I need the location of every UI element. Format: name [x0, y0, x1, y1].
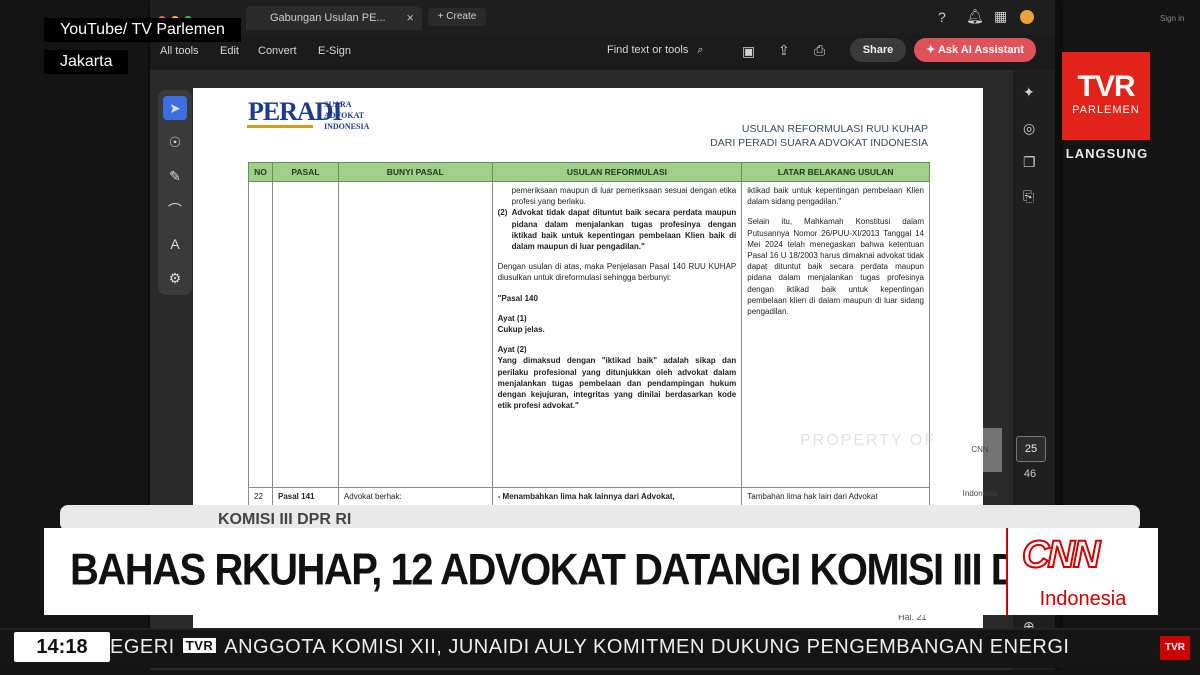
row-reformulasi: - Menambahkan lima hak lainnya dari Advo…: [491, 486, 743, 507]
avatar[interactable]: [1020, 10, 1034, 24]
document-title: USULAN REFORMULASI RUU KUHAP DARI PERADI…: [710, 123, 928, 149]
headline-bar: BAHAS RKUHAP, 12 ADVOKAT DATANGI KOMISI …: [44, 528, 1119, 615]
ticker-text: EGERI TVR ANGGOTA KOMISI XII, JUNAIDI AULY…: [110, 636, 1070, 658]
cursor-icon[interactable]: ➤: [163, 96, 187, 120]
cnn-indonesia-logo: CNN Indonesia: [1006, 528, 1158, 615]
source-tag: YouTube/ TV Parlemen: [44, 18, 241, 42]
ticker-channel-logo: TVR: [1160, 636, 1190, 660]
row-pasal: Pasal 141: [271, 486, 339, 507]
subheadline: KOMISI III DPR RI: [218, 511, 352, 528]
logo-underline: [247, 125, 313, 128]
row-number: 22: [248, 486, 273, 507]
tab-title: Gabungan Usulan PE...: [270, 12, 386, 24]
watermark-text: PROPERTY OF: [800, 432, 937, 449]
save-icon[interactable]: ▣: [742, 43, 755, 60]
table-header-row: NO PASAL BUNYI PASAL USULAN REFORMULASI …: [248, 162, 930, 182]
watermark-logo: CNN Indonesia: [958, 428, 1002, 498]
browser-tab[interactable]: Gabungan Usulan PE... ×: [246, 6, 422, 30]
row-latar: Tambahan lima hak lain dari Advokat: [741, 486, 930, 507]
total-pages: 46: [1023, 468, 1037, 480]
col-header-latar: LATAR BELAKANG USULAN: [741, 162, 930, 182]
share-button[interactable]: Share: [850, 38, 906, 62]
reformulation-table: NO PASAL BUNYI PASAL USULAN REFORMULASI …: [248, 162, 930, 507]
find-tools-search[interactable]: Find text or tools ⌕: [607, 44, 704, 57]
menu-convert[interactable]: Convert: [258, 45, 297, 57]
search-icon: ⌕: [697, 44, 704, 56]
table-row: 22 Pasal 141 Advokat berhak: - Menambahk…: [248, 486, 930, 507]
ai-sparkle-icon[interactable]: ✦: [1023, 84, 1035, 101]
close-icon[interactable]: ×: [406, 6, 414, 30]
clock: 14:18: [14, 632, 110, 662]
live-label: LANGSUNG: [1065, 146, 1149, 161]
find-label: Find text or tools: [607, 44, 689, 56]
col-header-bunyi: BUNYI PASAL: [337, 162, 493, 182]
ticker-logo: TVR: [182, 638, 217, 653]
comment-icon[interactable]: ◎: [1023, 120, 1035, 137]
pen-icon[interactable]: ✎: [163, 164, 187, 188]
bell-icon[interactable]: 🔔︎: [966, 8, 984, 25]
pages-icon[interactable]: ⎘: [1023, 188, 1034, 205]
ai-icon: ✦: [926, 44, 936, 56]
ai-assistant-button[interactable]: ✦ Ask AI Assistant: [914, 38, 1036, 62]
print-icon[interactable]: ⎙: [814, 42, 825, 59]
sign-in-link[interactable]: Sign in: [1160, 14, 1184, 23]
headline: BAHAS RKUHAP, 12 ADVOKAT DATANGI KOMISI …: [70, 545, 1119, 595]
menu-esign[interactable]: E-Sign: [318, 45, 351, 57]
bookmark-icon[interactable]: ❐: [1023, 154, 1036, 171]
col-header-pasal: PASAL: [271, 162, 339, 182]
apps-icon[interactable]: ▦: [994, 8, 1007, 25]
location-tag: Jakarta: [44, 50, 129, 74]
reformulasi-cell: pemeriksaan maupun di luar pemeriksaan s…: [491, 181, 743, 488]
left-tool-strip: ➤ ☉ ✎ ⌒ A ⚙: [158, 90, 192, 295]
row-bunyi: Advokat berhak:: [337, 486, 493, 507]
stamp-icon[interactable]: ⚙: [163, 266, 187, 290]
menu-all-tools[interactable]: All tools: [160, 45, 199, 57]
tv-parlemen-logo: TVR PARLEMEN: [1062, 52, 1150, 140]
text-select-icon[interactable]: A: [163, 232, 187, 256]
col-header-reformulasi: USULAN REFORMULASI: [491, 162, 743, 182]
lasso-icon[interactable]: ⌒: [163, 198, 187, 222]
ai-label: Ask AI Assistant: [937, 44, 1024, 56]
logo-tagline: SUARA ADVOKAT INDONESIA: [324, 100, 370, 131]
current-page-field[interactable]: 25: [1016, 436, 1046, 462]
comment-icon[interactable]: ☉: [163, 130, 187, 154]
menu-edit[interactable]: Edit: [220, 45, 239, 57]
upload-icon[interactable]: ⇪: [778, 42, 790, 59]
new-tab-button[interactable]: + Create: [428, 8, 486, 26]
col-header-no: NO: [248, 162, 273, 182]
help-icon[interactable]: ?: [938, 9, 946, 25]
